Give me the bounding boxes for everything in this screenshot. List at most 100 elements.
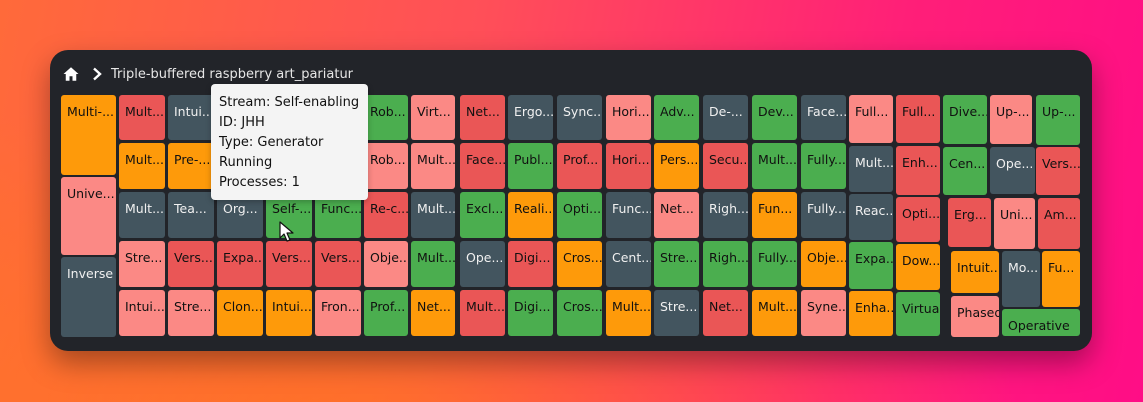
treemap-tile[interactable]: Full... xyxy=(896,95,940,143)
treemap-tile[interactable]: Tea... xyxy=(168,192,214,238)
treemap-tile[interactable]: Intuit... xyxy=(951,251,999,293)
tooltip-id: ID: JHH xyxy=(219,115,265,130)
treemap-tile[interactable]: Mult... xyxy=(411,143,455,189)
treemap-tile[interactable]: Pre-... xyxy=(168,143,214,189)
treemap-tile[interactable]: Multi-... xyxy=(61,95,116,175)
treemap-tile[interactable]: Stre... xyxy=(654,290,699,336)
treemap-tile[interactable]: Intui... xyxy=(266,290,312,336)
treemap-tile[interactable]: Hori... xyxy=(606,143,651,189)
treemap-tile[interactable]: Intui... xyxy=(168,95,214,140)
treemap-tile[interactable]: Uni... xyxy=(994,198,1035,249)
treemap-tile[interactable]: Net... xyxy=(411,290,455,336)
treemap-tile[interactable]: Rob... xyxy=(364,143,408,189)
treemap-tile[interactable]: Re-c... xyxy=(364,192,408,238)
treemap-tile[interactable]: Fully... xyxy=(752,241,797,287)
treemap-tile[interactable]: Reali... xyxy=(508,192,553,238)
treemap-tile[interactable]: Fully... xyxy=(801,192,846,238)
treemap-tile[interactable]: Mult... xyxy=(119,95,165,140)
home-icon[interactable] xyxy=(62,65,80,83)
treemap-tile[interactable]: Mult... xyxy=(849,146,893,192)
treemap-tile[interactable]: Fully... xyxy=(801,143,846,189)
treemap-tile[interactable]: Mult... xyxy=(411,192,455,238)
treemap-tile[interactable]: Syne... xyxy=(801,290,846,336)
treemap-tile[interactable]: Mult... xyxy=(752,290,797,336)
treemap-tile[interactable]: Mo... xyxy=(1002,251,1040,307)
treemap-tile[interactable]: Enha... xyxy=(849,291,893,336)
treemap-tile[interactable]: Am... xyxy=(1038,198,1080,249)
treemap-tile[interactable]: Vers... xyxy=(266,241,312,287)
treemap-tile[interactable]: Expa... xyxy=(849,242,893,289)
treemap-tile[interactable]: Func... xyxy=(606,192,651,238)
treemap-tile[interactable]: Ope... xyxy=(460,241,505,287)
treemap-tile[interactable]: Face... xyxy=(460,143,505,189)
treemap-tile[interactable]: Righ... xyxy=(703,192,748,238)
treemap-tile[interactable]: Obje... xyxy=(801,241,846,287)
treemap-tile[interactable]: Mult... xyxy=(460,290,505,336)
treemap-tile[interactable]: Mult... xyxy=(606,290,651,336)
treemap-tile[interactable]: Net... xyxy=(703,290,748,336)
treemap-tile[interactable]: Adv... xyxy=(654,95,699,140)
treemap-tile[interactable]: Erg... xyxy=(948,198,991,247)
treemap-tile[interactable]: Virtual xyxy=(896,292,940,336)
treemap-tile[interactable]: Excl... xyxy=(460,192,505,238)
treemap-tile[interactable]: Clon... xyxy=(217,290,263,336)
breadcrumb-title[interactable]: Triple-buffered raspberry art_pariatur xyxy=(111,67,353,82)
treemap-tile[interactable]: Vers... xyxy=(315,241,361,287)
treemap-tile[interactable]: Mult... xyxy=(752,143,797,189)
treemap-tile[interactable]: Pers... xyxy=(654,143,699,189)
treemap-tile[interactable]: Inverse xyxy=(61,257,116,337)
treemap-tile[interactable]: Full... xyxy=(849,95,893,143)
treemap-tile[interactable]: Unive... xyxy=(61,177,116,255)
treemap-tile[interactable]: Fu... xyxy=(1042,251,1080,307)
treemap-tile[interactable]: Mult... xyxy=(411,241,455,287)
treemap-tile[interactable]: Intui... xyxy=(119,290,165,336)
treemap-tile[interactable]: Cros... xyxy=(557,290,602,336)
mouse-cursor-icon xyxy=(279,221,294,242)
treemap-tile[interactable]: Stre... xyxy=(168,290,214,336)
treemap-tile[interactable]: Fun... xyxy=(752,192,797,238)
treemap-tile[interactable]: Cros... xyxy=(557,241,602,287)
treemap-tile[interactable]: Secu... xyxy=(703,143,748,189)
treemap-tile[interactable]: Vers... xyxy=(1036,147,1080,195)
treemap-tile[interactable]: Vers... xyxy=(168,241,214,287)
treemap-tile[interactable]: Stre... xyxy=(119,241,165,287)
tooltip: Stream: Self-enabling ID: JHH Type: Gene… xyxy=(211,84,368,200)
tooltip-status: Running xyxy=(219,155,273,170)
treemap-tile[interactable]: Dive... xyxy=(943,95,987,144)
treemap-tile[interactable]: Rob... xyxy=(364,95,408,140)
treemap-tile[interactable]: Hori... xyxy=(606,95,651,140)
treemap-tile[interactable]: Up-... xyxy=(990,95,1032,144)
treemap-tile[interactable]: Up-... xyxy=(1036,95,1080,145)
treemap-tile[interactable]: Expa... xyxy=(217,241,263,287)
treemap-tile[interactable]: Sync... xyxy=(557,95,602,140)
treemap-tile[interactable]: Prof... xyxy=(364,290,408,336)
treemap-tile[interactable]: Righ... xyxy=(703,241,748,287)
breadcrumb: Triple-buffered raspberry art_pariatur xyxy=(62,64,353,84)
treemap-tile[interactable]: Fron... xyxy=(315,290,361,336)
treemap-tile[interactable]: Net... xyxy=(654,192,699,238)
treemap-tile[interactable]: Ope... xyxy=(990,147,1035,194)
treemap-tile[interactable]: Opti... xyxy=(557,192,602,238)
treemap-tile[interactable]: Cen... xyxy=(943,147,987,195)
treemap-tile[interactable]: Opti... xyxy=(896,197,940,242)
treemap-tile[interactable]: Virt... xyxy=(411,95,455,140)
treemap-tile[interactable]: Mult... xyxy=(119,143,165,189)
treemap-tile[interactable]: Dev... xyxy=(752,95,797,140)
treemap-tile[interactable]: Obje... xyxy=(364,241,408,287)
treemap-tile[interactable]: Stre... xyxy=(654,241,699,287)
treemap-tile[interactable]: Dow... xyxy=(896,244,940,290)
treemap-tile[interactable]: Net... xyxy=(460,95,505,140)
treemap-tile[interactable]: Digi... xyxy=(508,241,553,287)
treemap-tile[interactable]: Mult... xyxy=(119,192,165,238)
treemap-tile[interactable]: Cent... xyxy=(606,241,651,287)
treemap-tile[interactable]: Enh... xyxy=(896,146,940,195)
treemap-tile[interactable]: Reac... xyxy=(849,194,893,240)
treemap-tile[interactable]: Publ... xyxy=(508,143,553,189)
treemap-tile[interactable]: De-... xyxy=(703,95,748,140)
treemap-tile[interactable]: Ergo... xyxy=(508,95,553,140)
treemap-tile[interactable]: Operative xyxy=(1002,309,1080,336)
treemap-tile[interactable]: Phased xyxy=(951,296,999,337)
treemap-tile[interactable]: Digi... xyxy=(508,290,553,336)
treemap-tile[interactable]: Face... xyxy=(801,95,846,140)
treemap-tile[interactable]: Prof... xyxy=(557,143,602,189)
